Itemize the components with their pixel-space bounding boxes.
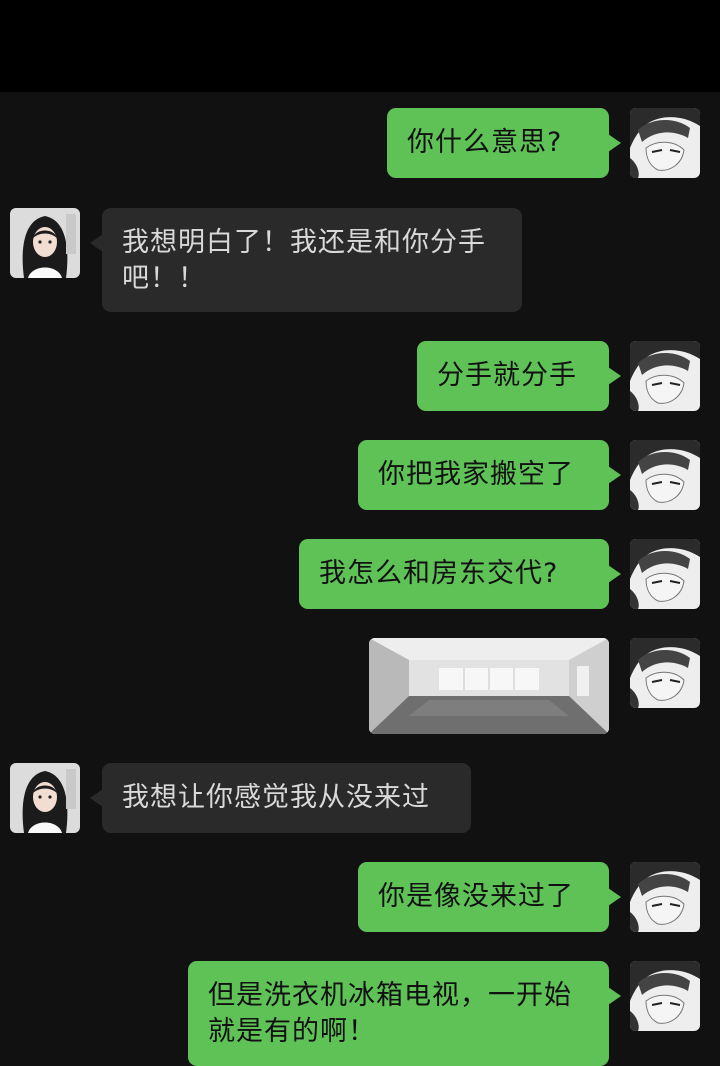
sketch-man-avatar-icon — [630, 341, 700, 411]
sketch-man-avatar-icon — [630, 638, 700, 708]
self-avatar[interactable] — [630, 440, 700, 510]
message-bubble-sent[interactable]: 你什么意思? — [387, 108, 621, 178]
sketch-man-avatar-icon — [630, 862, 700, 932]
sketch-man-avatar-icon — [630, 440, 700, 510]
girl-photo-avatar-icon — [10, 208, 80, 278]
sketch-man-avatar-icon — [630, 961, 700, 1031]
self-avatar[interactable] — [630, 108, 700, 178]
self-avatar[interactable] — [630, 961, 700, 1031]
contact-avatar[interactable] — [10, 763, 80, 833]
girl-photo-avatar-icon — [10, 763, 80, 833]
self-avatar[interactable] — [630, 638, 700, 708]
self-avatar[interactable] — [630, 341, 700, 411]
status-bar — [0, 0, 720, 92]
sketch-man-avatar-icon — [630, 108, 700, 178]
message-bubble-received[interactable]: 我想明白了！我还是和你分手 吧！！ — [90, 208, 522, 312]
message-bubble-sent[interactable]: 你是像没来过了 — [358, 862, 621, 932]
contact-avatar[interactable] — [10, 208, 80, 278]
empty-apartment-image[interactable] — [369, 638, 609, 734]
self-avatar[interactable] — [630, 539, 700, 609]
message-bubble-sent[interactable]: 分手就分手 — [417, 341, 621, 411]
sketch-man-avatar-icon — [630, 539, 700, 609]
message-bubble-sent[interactable]: 我怎么和房东交代? — [299, 539, 621, 609]
self-avatar[interactable] — [630, 862, 700, 932]
message-bubble-sent[interactable]: 你把我家搬空了 — [358, 440, 621, 510]
message-bubble-sent[interactable]: 但是洗衣机冰箱电视，一开始 就是有的啊！ — [188, 961, 621, 1066]
message-bubble-received[interactable]: 我想让你感觉我从没来过 — [90, 763, 471, 833]
